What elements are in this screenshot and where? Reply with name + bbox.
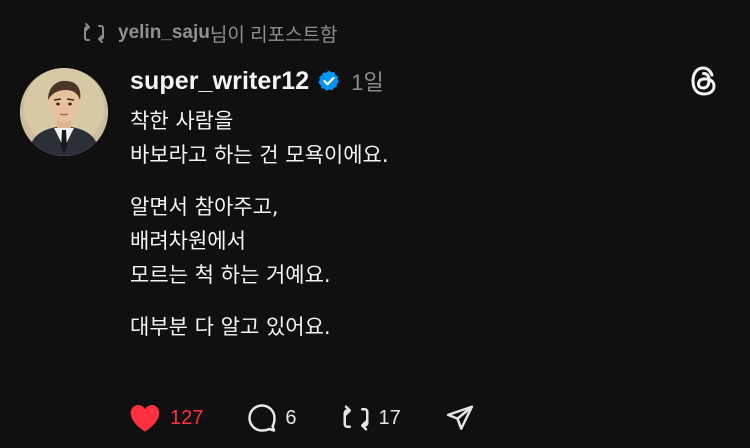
post-line: 알면서 참아주고, (130, 195, 279, 219)
comment-count: 6 (285, 406, 297, 429)
repost-icon (343, 405, 368, 431)
post-time: 1일 (351, 70, 384, 95)
post-actions: 127 6 17 (128, 398, 519, 438)
post-line: 바보라고 하는 건 모욕이에요. (130, 143, 389, 167)
repost-username[interactable]: yelin_saju (118, 22, 210, 44)
post-header: super_writer12 1일 (130, 62, 384, 100)
share-button[interactable] (445, 403, 475, 433)
repost-button[interactable]: 17 (341, 403, 401, 433)
post-paragraph: 착한 사람을 바보라고 하는 건 모욕이에요. (130, 104, 710, 172)
like-count: 127 (170, 406, 204, 429)
author-username[interactable]: super_writer12 (130, 67, 309, 96)
post-line: 대부분 다 알고 있어요. (130, 315, 331, 339)
post-line: 착한 사람을 (130, 109, 234, 133)
repost-count: 17 (378, 406, 401, 429)
share-icon (446, 405, 473, 430)
comment-icon (248, 404, 277, 432)
post-line: 배려차원에서 (130, 229, 246, 253)
comment-button[interactable]: 6 (247, 403, 297, 433)
post-body: 착한 사람을 바보라고 하는 건 모욕이에요. 알면서 참아주고, 배려차원에서… (130, 104, 710, 362)
verified-icon (318, 70, 340, 91)
repost-indicator[interactable]: yelin_saju 님이 리포스트함 (82, 18, 338, 48)
post-paragraph: 대부분 다 알고 있어요. (130, 310, 710, 344)
repost-icon (84, 23, 104, 43)
repost-suffix: 님이 리포스트함 (209, 24, 338, 46)
threads-logo-icon[interactable] (688, 64, 720, 98)
post-paragraph: 알면서 참아주고, 배려차원에서 모르는 척 하는 거예요. (130, 190, 710, 292)
like-button[interactable]: 127 (128, 403, 203, 433)
heart-icon (130, 405, 160, 432)
avatar-image (20, 68, 108, 156)
post-line: 모르는 척 하는 거예요. (130, 263, 331, 287)
avatar[interactable] (20, 68, 108, 156)
